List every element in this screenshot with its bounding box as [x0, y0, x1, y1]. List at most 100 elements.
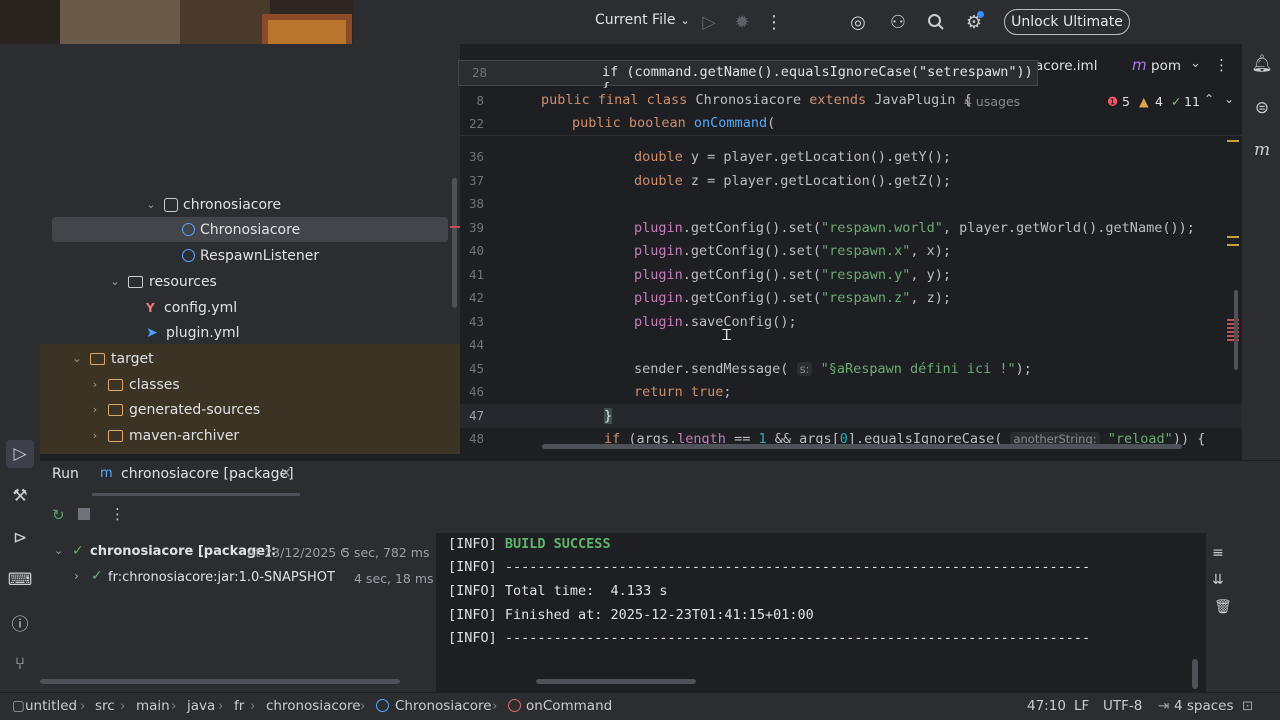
- run-tree-scrollbar[interactable]: [40, 679, 400, 684]
- code-line[interactable]: 36 double y = player.getLocation().getY(…: [460, 145, 1242, 169]
- editor-vertical-scrollbar[interactable]: [1234, 290, 1238, 370]
- build-hammer-icon[interactable]: ⚒: [8, 484, 32, 508]
- breadcrumb-chronosiacore-class[interactable]: Chronosiacore: [395, 698, 492, 714]
- code-line[interactable]: 43 plugin.saveConfig();: [460, 310, 1242, 334]
- caret-position[interactable]: 47:10: [1027, 698, 1066, 714]
- run-tree-child[interactable]: fr:chronosiacore:jar:1.0-SNAPSHOT: [108, 570, 335, 585]
- tree-item-chronosiacore-package[interactable]: ⌄ chronosiacore: [144, 192, 281, 217]
- breadcrumb-separator: ›: [250, 698, 256, 714]
- notifications-bell-icon[interactable]: 🔔︎: [1250, 52, 1274, 76]
- left-tool-stripe: ▷ ⚒ ⊳ ⌨ ⓘ ⑂: [0, 44, 40, 692]
- tree-item-generated-sources[interactable]: › generated-sources: [88, 397, 260, 422]
- tree-item-chronosiacore-class[interactable]: Chronosiacore: [182, 217, 300, 242]
- tree-item-classes[interactable]: › classes: [88, 372, 180, 397]
- weak-warning-icon[interactable]: ✓: [1171, 94, 1181, 109]
- breadcrumb-chronosiacore-pkg[interactable]: chronosiacore: [266, 698, 361, 714]
- tree-label: maven-archiver: [129, 427, 240, 444]
- stop-icon[interactable]: [78, 508, 90, 520]
- file-encoding[interactable]: UTF-8: [1103, 698, 1142, 714]
- editor-horizontal-scrollbar[interactable]: [542, 444, 1182, 449]
- mouse-ibeam-cursor: Ꮖ: [722, 326, 732, 344]
- run-tool-icon[interactable]: ▷: [6, 440, 34, 468]
- run-more-icon[interactable]: ⋮: [110, 505, 125, 523]
- ai-chat-icon[interactable]: ⊜: [1250, 96, 1274, 120]
- search-icon[interactable]: [924, 10, 948, 34]
- run-icon[interactable]: ▷: [697, 10, 721, 34]
- breadcrumb-src[interactable]: src: [95, 698, 115, 714]
- prev-highlight-icon[interactable]: ⌃: [1204, 92, 1214, 106]
- rerun-icon[interactable]: ↻: [52, 506, 65, 524]
- code-line[interactable]: 42 plugin.getConfig().set("respawn.z", z…: [460, 286, 1242, 310]
- breadcrumb-fr[interactable]: fr: [234, 698, 244, 714]
- breadcrumb-untitled[interactable]: untitled: [25, 698, 77, 714]
- close-tab-icon[interactable]: ×: [280, 465, 292, 481]
- tree-item-resources[interactable]: ⌄ resources: [108, 269, 216, 294]
- folder-icon: [108, 378, 123, 391]
- error-count: 5: [1122, 94, 1130, 109]
- more-actions-icon[interactable]: ⋮: [762, 10, 786, 34]
- code-editor[interactable]: acore.iml m pom ⌄ ⋮ 28 if (command.getNa…: [450, 44, 1242, 454]
- code-line[interactable]: 38: [460, 192, 1242, 216]
- code-with-me-icon[interactable]: ⚇: [886, 10, 910, 34]
- clear-console-trash-icon[interactable]: 🗑︎: [1214, 599, 1232, 615]
- project-panel: ⌄ chronosiacore Chronosiacore RespawnLis…: [40, 44, 460, 454]
- breadcrumb-main[interactable]: main: [136, 698, 170, 714]
- console-h-scrollbar[interactable]: [536, 679, 696, 684]
- scroll-to-end-icon[interactable]: ⇊: [1212, 572, 1224, 588]
- error-count-icon[interactable]: ❶: [1107, 94, 1118, 109]
- tree-item-config-yml[interactable]: Y config.yml: [146, 295, 237, 320]
- code-line[interactable]: 41 plugin.getConfig().set("respawn.y", y…: [460, 263, 1242, 287]
- status-bar: ▢ untitled › src › main › java › fr › ch…: [0, 692, 1280, 720]
- indent-setting[interactable]: 4 spaces: [1174, 698, 1234, 714]
- warning-count-icon[interactable]: ▲: [1139, 94, 1149, 109]
- git-branch-icon[interactable]: ⑂: [8, 652, 32, 676]
- debug-icon[interactable]: ✹: [730, 10, 754, 34]
- tree-label: generated-sources: [129, 401, 261, 418]
- tree-label: classes: [129, 376, 180, 393]
- tab-run-package[interactable]: chronosiacore [package]: [121, 466, 294, 482]
- editor-more-icon[interactable]: ⋮: [1214, 56, 1229, 74]
- tree-item-respawnlistener[interactable]: RespawnListener: [182, 243, 319, 268]
- line-separator[interactable]: LF: [1074, 698, 1089, 714]
- tree-item-target[interactable]: ⌄ target: [70, 346, 153, 371]
- ai-assistant-icon[interactable]: ◎: [846, 10, 870, 34]
- problems-icon[interactable]: ⓘ: [8, 610, 32, 635]
- tab-pom[interactable]: pom: [1151, 58, 1181, 74]
- chevron-right-icon[interactable]: ›: [74, 569, 79, 583]
- run-config-label: Current File: [595, 12, 676, 28]
- tree-label: RespawnListener: [200, 247, 320, 264]
- code-line[interactable]: 39 plugin.getConfig().set("respawn.world…: [460, 216, 1242, 240]
- run-config-selector[interactable]: Current File ⌄: [595, 12, 690, 28]
- next-highlight-icon[interactable]: ⌄: [1224, 92, 1234, 106]
- breadcrumb-java[interactable]: java: [187, 698, 215, 714]
- tree-item-plugin-yml[interactable]: ➤ plugin.yml: [146, 320, 240, 345]
- unlock-ultimate-button[interactable]: Unlock Ultimate: [1004, 9, 1130, 35]
- code-line[interactable]: 44: [460, 333, 1242, 357]
- services-icon[interactable]: ⊳: [8, 526, 32, 550]
- tree-scrollbar[interactable]: [452, 178, 457, 308]
- folder-icon: [108, 403, 123, 416]
- console-scrollbar[interactable]: [1192, 659, 1198, 689]
- warning-stripe[interactable]: [1227, 244, 1239, 246]
- code-line[interactable]: 40 plugin.getConfig().set("respawn.x", x…: [460, 239, 1242, 263]
- warning-stripe[interactable]: [1227, 236, 1239, 238]
- param-hint: s:: [796, 361, 813, 376]
- tab-iml[interactable]: acore.iml: [1035, 58, 1097, 74]
- warning-stripe[interactable]: [1227, 140, 1239, 142]
- breadcrumb-separator: ›: [120, 698, 126, 714]
- terminal-icon[interactable]: ⌨: [8, 568, 33, 592]
- breadcrumb-oncommand[interactable]: onCommand: [526, 698, 612, 714]
- code-line[interactable]: 45 sender.sendMessage( s: "§aRespawn déf…: [460, 357, 1242, 381]
- chevron-down-icon[interactable]: ⌄: [54, 544, 63, 557]
- code-line-current[interactable]: 47 }: [460, 404, 1242, 428]
- tabs-dropdown-icon[interactable]: ⌄: [1190, 56, 1201, 71]
- maven-tool-icon[interactable]: m: [1250, 138, 1274, 162]
- soft-wrap-icon[interactable]: ≡: [1212, 545, 1224, 561]
- usages-hint[interactable]: 4 usages: [964, 94, 1020, 109]
- code-line[interactable]: 37 double z = player.getLocation().getZ(…: [460, 169, 1242, 193]
- weak-warning-count: 11: [1184, 94, 1200, 109]
- tree-item-maven-archiver[interactable]: › maven-archiver: [88, 423, 239, 448]
- code-line[interactable]: 46 return true;: [460, 380, 1242, 404]
- breadcrumb-separator: ›: [80, 698, 86, 714]
- lock-icon[interactable]: ⊡: [1242, 698, 1253, 714]
